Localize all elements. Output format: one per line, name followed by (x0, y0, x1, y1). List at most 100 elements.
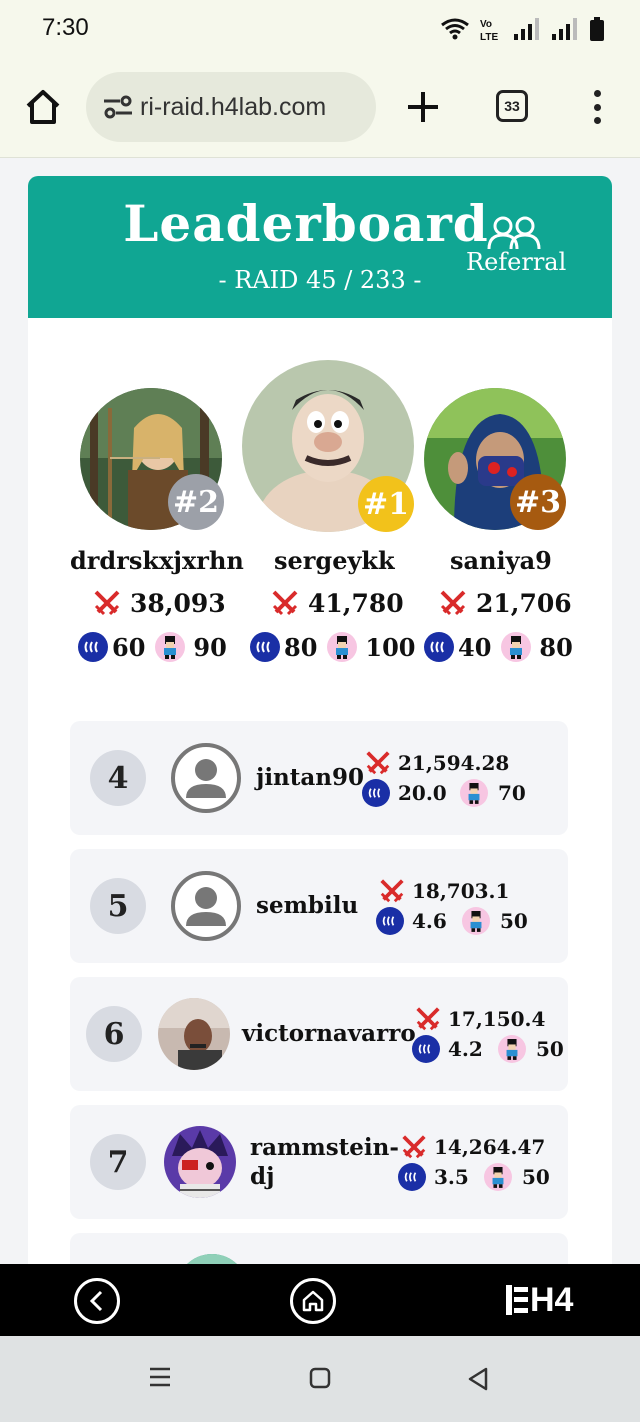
score-value: 17,150.4 (448, 1007, 546, 1031)
status-time: 7:30 (42, 14, 89, 41)
token-value: 50 (500, 909, 528, 933)
new-tab-icon[interactable] (404, 88, 442, 126)
avatar[interactable]: #2 (80, 388, 224, 530)
leaderboard-header: Leaderboard - RAID 45 / 233 - Referral (28, 176, 612, 318)
leaderboard-row[interactable]: 6 victornavarro 17,150.4 4.2 50 (70, 977, 568, 1091)
leaderboard-row[interactable]: 5 sembilu 18,703.1 4.6 50 (70, 849, 568, 963)
character-token-icon (484, 1163, 512, 1191)
podium-third[interactable]: #3 (424, 388, 566, 530)
score-value: 21,706 (476, 588, 572, 618)
system-home-icon[interactable] (308, 1366, 332, 1394)
character-token-icon (460, 779, 488, 807)
username[interactable]: sembilu (256, 891, 358, 920)
rank-number: 7 (90, 1134, 146, 1190)
svg-text:LTE: LTE (480, 32, 498, 42)
status-icons: Vo LTE (440, 16, 604, 42)
steem-value: 60 (112, 632, 146, 662)
podium: #2 #1 #3 drdrskxjxrhn sergeykk saniya9 3… (28, 356, 612, 696)
site-settings-icon[interactable] (102, 93, 134, 121)
referral-icon[interactable] (486, 216, 542, 250)
home-button[interactable] (290, 1278, 336, 1324)
steem-icon (424, 632, 454, 662)
row-score: 14,264.47 (400, 1133, 545, 1161)
h4-logo-text: H4 (530, 1281, 574, 1319)
row-tokens: 4.6 50 (376, 907, 528, 935)
username[interactable]: rammstein- dj (250, 1133, 399, 1191)
steem-icon (398, 1163, 426, 1191)
tab-switcher-button[interactable]: 33 (496, 90, 528, 122)
row-tokens: 20.0 70 (362, 779, 526, 807)
row-score: 21,594.28 (364, 749, 509, 777)
podium-second[interactable]: #2 (80, 388, 224, 530)
url-bar[interactable]: ri-raid.h4lab.com (86, 72, 376, 142)
row-score: 18,703.1 (378, 877, 509, 905)
default-avatar-icon (170, 742, 242, 814)
podium-score: 21,706 (438, 588, 572, 618)
score-value: 41,780 (308, 588, 404, 618)
character-token-icon (501, 632, 532, 662)
score-value: 38,093 (130, 588, 226, 618)
page-content: Leaderboard - RAID 45 / 233 - Referral #… (0, 158, 640, 1264)
rank-badge: #2 (168, 474, 224, 530)
podium-score: 41,780 (270, 588, 404, 618)
leaderboard-card: Leaderboard - RAID 45 / 233 - Referral #… (28, 176, 612, 1264)
leaderboard-row[interactable]: 4 jintan90 21,594.28 20.0 70 (70, 721, 568, 835)
system-back-icon[interactable] (466, 1366, 490, 1396)
volte-icon: Vo LTE (480, 19, 498, 42)
podium-name[interactable]: saniya9 (450, 546, 552, 575)
back-button[interactable] (74, 1278, 120, 1324)
swords-icon (272, 590, 298, 616)
username[interactable]: victornavarro (242, 1019, 416, 1048)
character-token-icon (462, 907, 490, 935)
token-value: 70 (498, 781, 526, 805)
avatar (158, 998, 230, 1070)
h4-logo-mark (506, 1285, 528, 1315)
recent-apps-icon[interactable] (148, 1366, 172, 1392)
steem-value: 80 (284, 632, 318, 662)
row-tokens: 4.2 50 (412, 1035, 564, 1063)
h4-logo[interactable]: H4 (506, 1282, 573, 1318)
referral-link[interactable]: Referral (466, 248, 566, 276)
podium-tokens: 40 80 (424, 632, 573, 662)
token-value: 50 (536, 1037, 564, 1061)
steem-value: 4.6 (412, 909, 447, 933)
status-bar: 7:30 Vo LTE (0, 0, 640, 56)
swords-icon (94, 590, 120, 616)
steem-icon (250, 632, 280, 662)
avatar[interactable]: #1 (242, 360, 414, 532)
leaderboard-row[interactable] (70, 1233, 568, 1264)
default-avatar-icon (170, 870, 242, 942)
avatar (164, 1126, 236, 1198)
leaderboard-row[interactable]: 7 rammstein- dj 14,264.47 3.5 50 (70, 1105, 568, 1219)
username-line: dj (250, 1163, 275, 1190)
wifi-icon (441, 18, 469, 40)
score-value: 21,594.28 (398, 751, 510, 775)
character-token-icon (498, 1035, 526, 1063)
system-nav-bar (0, 1336, 640, 1422)
row-score: 17,150.4 (414, 1005, 545, 1033)
podium-name[interactable]: sergeykk (274, 546, 395, 575)
podium-name[interactable]: drdrskxjxrhn (70, 546, 244, 575)
podium-tokens: 80 100 (250, 632, 416, 662)
swords-icon (416, 1007, 440, 1031)
character-token-icon (327, 632, 358, 662)
signal-icon (514, 18, 539, 40)
swords-icon (380, 879, 404, 903)
url-text[interactable]: ri-raid.h4lab.com (140, 93, 326, 122)
home-icon[interactable] (22, 86, 64, 128)
avatar[interactable]: #3 (424, 388, 566, 530)
swords-icon (440, 590, 466, 616)
score-value: 18,703.1 (412, 879, 510, 903)
page-title: Leaderboard (123, 194, 489, 253)
steem-icon (376, 907, 404, 935)
character-token-icon (155, 632, 186, 662)
podium-first[interactable]: #1 (242, 360, 414, 532)
more-menu-icon[interactable] (588, 90, 606, 124)
chevron-left-icon (89, 1290, 103, 1312)
rank-number: 5 (90, 878, 146, 934)
steem-value: 3.5 (434, 1165, 469, 1189)
podium-score: 38,093 (92, 588, 226, 618)
token-value: 50 (522, 1165, 550, 1189)
username[interactable]: jintan90 (256, 763, 364, 792)
rank-number: 4 (90, 750, 146, 806)
